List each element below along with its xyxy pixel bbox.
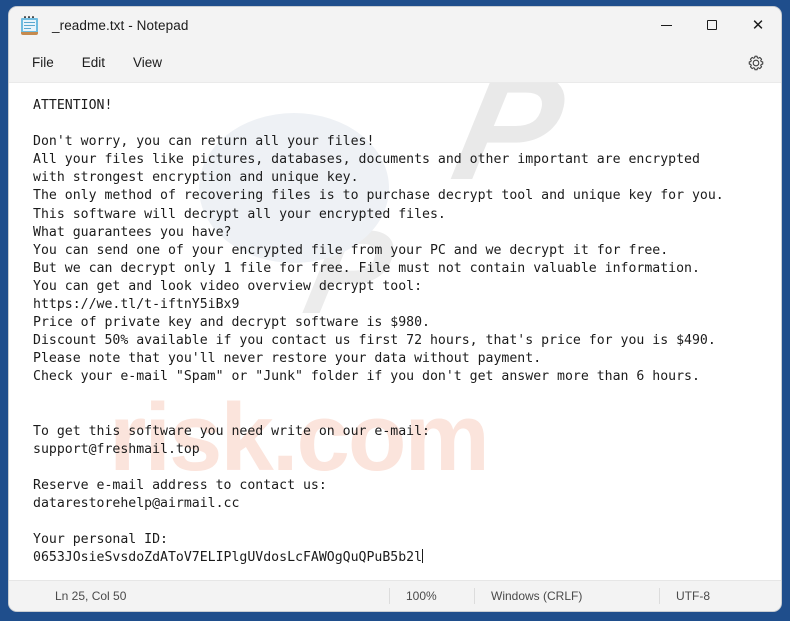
menu-item-view[interactable]: View — [120, 50, 175, 75]
status-bar: Ln 25, Col 50 100% Windows (CRLF) UTF-8 — [9, 580, 781, 611]
close-icon: ✕ — [751, 16, 765, 34]
window-title: _readme.txt - Notepad — [52, 17, 189, 33]
gear-icon — [748, 55, 764, 70]
minimize-icon — [660, 24, 672, 26]
close-button[interactable]: ✕ — [735, 7, 781, 43]
maximize-button[interactable] — [689, 7, 735, 43]
menu-item-edit[interactable]: Edit — [69, 50, 118, 75]
maximize-icon — [707, 20, 717, 30]
settings-button[interactable] — [741, 48, 771, 78]
text-caret — [422, 549, 424, 564]
menu-item-file[interactable]: File — [19, 50, 67, 75]
minimize-button[interactable] — [643, 7, 689, 43]
notepad-icon — [21, 15, 38, 35]
document-text[interactable]: ATTENTION! Don't worry, you can return a… — [9, 83, 781, 567]
notepad-window: _readme.txt - Notepad ✕ File Edit View P… — [9, 7, 781, 611]
text-editor-area[interactable]: P P risk.com ATTENTION! Don't worry, you… — [9, 83, 781, 580]
status-encoding[interactable]: UTF-8 — [659, 588, 779, 604]
window-controls: ✕ — [643, 7, 781, 43]
status-line-ending[interactable]: Windows (CRLF) — [474, 588, 659, 604]
status-zoom-level[interactable]: 100% — [389, 588, 474, 604]
menu-bar: File Edit View — [9, 43, 781, 83]
status-cursor-position: Ln 25, Col 50 — [55, 589, 127, 603]
title-bar: _readme.txt - Notepad ✕ — [9, 7, 781, 43]
